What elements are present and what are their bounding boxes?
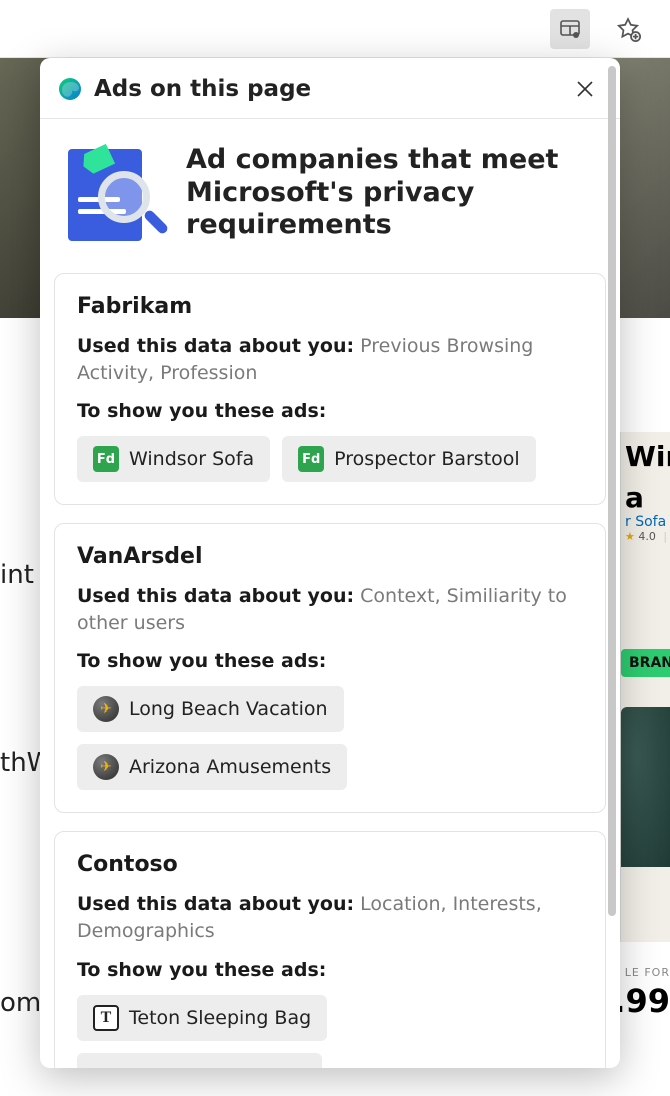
company-name: VanArsdel xyxy=(77,544,583,569)
ad-chip-label: Prospector Barstool xyxy=(334,448,520,470)
panel-body: Ad companies that meet Microsoft's priva… xyxy=(40,119,620,1068)
type-icon: T xyxy=(93,1005,119,1031)
product-image xyxy=(621,707,670,867)
privacy-magnifier-icon xyxy=(62,143,162,243)
data-used-line: Used this data about you: Location, Inte… xyxy=(77,891,583,944)
ad-chip-label: Long Beach Vacation xyxy=(129,698,328,720)
data-used-label: Used this data about you: xyxy=(77,585,354,607)
product-link-fragment[interactable]: r Sofa xyxy=(621,514,670,530)
browser-toolbar xyxy=(0,0,670,58)
company-name: Fabrikam xyxy=(77,294,583,319)
intro-section: Ad companies that meet Microsoft's priva… xyxy=(54,119,606,273)
company-card: VanArsdel Used this data about you: Conte… xyxy=(54,523,606,813)
price-label-fragment: LE FOR xyxy=(625,966,670,979)
plane-icon: ✈ xyxy=(93,696,119,722)
data-used-label: Used this data about you: xyxy=(77,335,354,357)
mtn-icon: ▲ xyxy=(93,1063,119,1068)
ad-chip[interactable]: ✈ Long Beach Vacation xyxy=(77,686,344,732)
shown-ads-label: To show you these ads: xyxy=(77,959,583,981)
ad-chip-list: ✈ Long Beach Vacation ✈ Arizona Amusements xyxy=(77,686,583,790)
ad-chip[interactable]: ▲ Apex Summit Pack xyxy=(77,1053,322,1068)
company-card: Fabrikam Used this data about you: Previo… xyxy=(54,273,606,505)
company-name: Contoso xyxy=(77,852,583,877)
data-used-line: Used this data about you: Context, Simil… xyxy=(77,583,583,636)
ad-chip-list: Fd Windsor Sofa Fd Prospector Barstool xyxy=(77,436,583,482)
ad-chip[interactable]: Fd Windsor Sofa xyxy=(77,436,270,482)
ad-chip-label: Windsor Sofa xyxy=(129,448,254,470)
fd-icon: Fd xyxy=(298,446,324,472)
panel-title: Ads on this page xyxy=(94,76,570,102)
ad-chip-label: Arizona Amusements xyxy=(129,756,331,778)
brand-badge: BRAN xyxy=(621,649,670,677)
page-text-fragment: om xyxy=(0,988,41,1018)
ad-chip[interactable]: ✈ Arizona Amusements xyxy=(77,744,347,790)
ad-chip[interactable]: Fd Prospector Barstool xyxy=(282,436,536,482)
star-icon: ★ xyxy=(625,530,635,543)
product-title-fragment: a xyxy=(621,473,670,514)
ad-chip-label: Apex Summit Pack xyxy=(129,1065,306,1068)
intro-heading: Ad companies that meet Microsoft's priva… xyxy=(186,144,594,243)
data-used-label: Used this data about you: xyxy=(77,893,354,915)
product-title-fragment: Wir xyxy=(621,432,670,473)
close-button[interactable] xyxy=(570,74,600,104)
ad-chip-label: Teton Sleeping Bag xyxy=(129,1007,311,1029)
ads-transparency-panel: Ads on this page Ad companies that meet … xyxy=(40,58,620,1068)
panel-header: Ads on this page xyxy=(40,58,620,119)
shown-ads-label: To show you these ads: xyxy=(77,400,583,422)
plane-icon: ✈ xyxy=(93,754,119,780)
favorites-add-button[interactable] xyxy=(608,9,648,49)
product-rating: ★ 4.0 | 52 R xyxy=(621,530,670,543)
ad-chip-list: T Teton Sleeping Bag ▲ Apex Summit Pack xyxy=(77,995,583,1068)
ads-panel-toolbar-button[interactable] xyxy=(550,9,590,49)
shown-ads-label: To show you these ads: xyxy=(77,650,583,672)
product-card: Wir a r Sofa ★ 4.0 | 52 R BRAN xyxy=(620,432,670,942)
edge-logo-icon xyxy=(58,77,82,101)
data-used-line: Used this data about you: Previous Brows… xyxy=(77,333,583,386)
price-fragment: .99 xyxy=(613,982,670,1020)
scrollbar[interactable] xyxy=(608,66,616,916)
company-card: Contoso Used this data about you: Locatio… xyxy=(54,831,606,1068)
ad-chip[interactable]: T Teton Sleeping Bag xyxy=(77,995,327,1041)
fd-icon: Fd xyxy=(93,446,119,472)
page-text-fragment: int xyxy=(0,560,34,590)
